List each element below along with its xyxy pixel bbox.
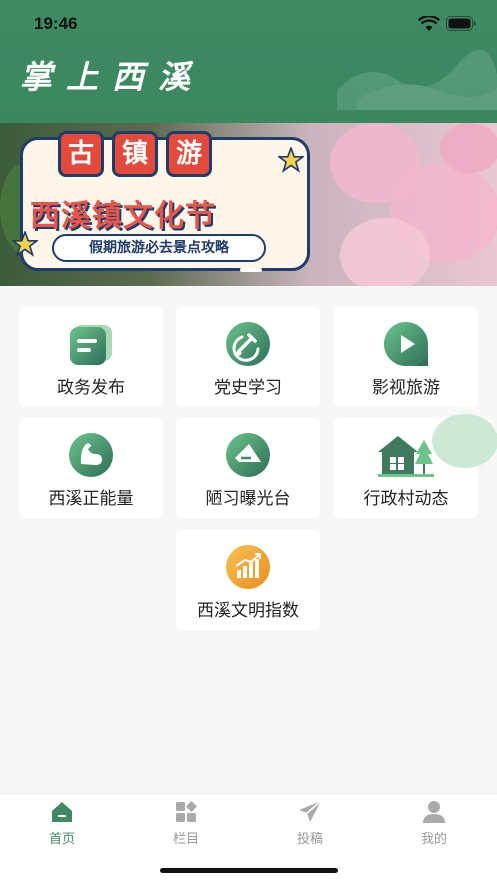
home-indicator [160, 868, 338, 873]
carousel-indicator[interactable] [240, 268, 262, 272]
wifi-icon [418, 16, 440, 31]
menu-item-label: 西溪正能量 [48, 489, 134, 509]
strength-icon [69, 433, 113, 477]
menu-item-label: 行政村动态 [363, 489, 449, 509]
announcement-icon [226, 433, 270, 477]
menu-item-label: 政务发布 [57, 378, 125, 398]
menu-item-exposure-platform[interactable]: 陋习曝光台 [176, 418, 320, 518]
hammer-sickle-icon [226, 322, 270, 366]
banner-tag: 古 [58, 131, 104, 177]
columns-icon [176, 801, 197, 822]
menu-item-party-history[interactable]: 党史学习 [176, 307, 320, 407]
menu-item-government-news[interactable]: 政务发布 [19, 307, 163, 407]
tab-label: 栏目 [172, 832, 199, 847]
banner-subtitle: 假期旅游必去景点攻略 [52, 234, 266, 262]
star-icon [278, 147, 304, 173]
banner-tag: 镇 [112, 131, 158, 177]
app-header: 19:46 掌上西溪 [0, 0, 497, 123]
chart-up-icon [226, 545, 270, 589]
status-bar: 19:46 [0, 0, 497, 48]
floating-assistant-button[interactable] [432, 414, 497, 468]
tab-mine[interactable]: 我的 [404, 800, 464, 847]
battery-icon [446, 16, 476, 31]
menu-item-label: 影视旅游 [372, 378, 440, 398]
app-title: 掌上西溪 [20, 58, 205, 96]
tab-label: 投稿 [296, 832, 323, 847]
menu-item-positive-energy[interactable]: 西溪正能量 [19, 418, 163, 518]
menu-item-film-tourism[interactable]: 影视旅游 [334, 307, 478, 407]
village-house-icon [378, 436, 434, 477]
status-time: 19:46 [34, 14, 78, 33]
tab-submit[interactable]: 投稿 [280, 800, 340, 847]
banner-tags: 古 镇 游 [58, 131, 212, 177]
menu-item-civility-index[interactable]: 西溪文明指数 [176, 530, 320, 630]
menu-item-label: 西溪文明指数 [197, 601, 299, 621]
banner-headline: 西溪镇文化节 [30, 199, 216, 234]
tab-home[interactable]: 首页 [32, 800, 92, 847]
user-icon [423, 801, 445, 823]
menu-item-label: 党史学习 [214, 378, 282, 398]
banner-tag: 游 [166, 131, 212, 177]
tab-label: 首页 [48, 832, 75, 847]
send-icon [299, 800, 322, 822]
play-icon [384, 322, 428, 366]
blossom-decoration [340, 218, 430, 286]
home-icon [52, 802, 72, 822]
tab-columns[interactable]: 栏目 [156, 800, 216, 847]
promo-banner[interactable]: 古 镇 游 西溪镇文化节 假期旅游必去景点攻略 [0, 123, 497, 286]
blossom-decoration [440, 123, 497, 173]
document-icon [70, 325, 112, 365]
menu-item-label: 陋习曝光台 [205, 489, 291, 509]
tab-label: 我的 [420, 832, 447, 847]
